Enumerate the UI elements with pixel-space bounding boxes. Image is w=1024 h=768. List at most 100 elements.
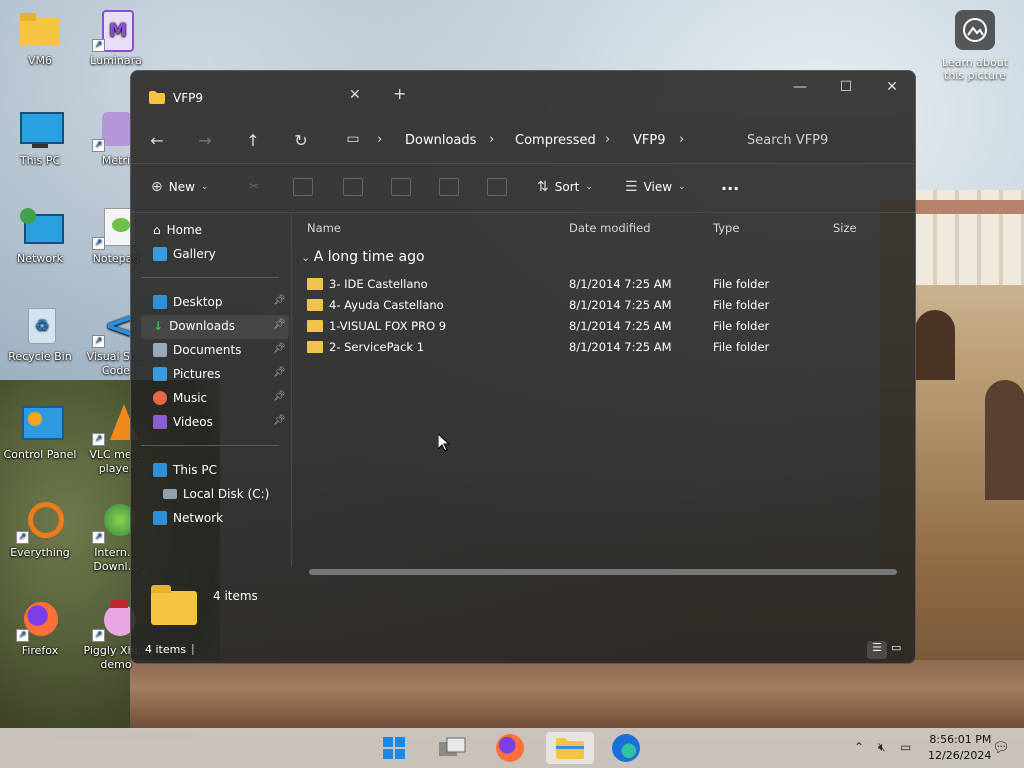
details-count: 4 items xyxy=(213,589,258,603)
column-header-type[interactable]: Type xyxy=(713,221,739,235)
table-row[interactable]: 1-VISUAL FOX PRO 9 8/1/2014 7:25 AM File… xyxy=(307,317,907,337)
refresh-icon[interactable]: ↻ xyxy=(289,131,313,150)
monitor-icon[interactable]: ▭ xyxy=(341,131,365,147)
chevron-right-icon: › xyxy=(377,132,383,147)
group-header[interactable]: ⌄ A long time ago xyxy=(301,249,425,265)
chevron-down-icon: ⌄ xyxy=(301,251,314,264)
minimize-button[interactable]: — xyxy=(785,79,815,95)
sidebar-item-videos[interactable]: Videos xyxy=(153,411,213,433)
folder-icon xyxy=(307,278,323,290)
new-tab-button[interactable]: + xyxy=(393,84,406,103)
more-options-button[interactable]: ··· xyxy=(721,179,739,198)
sidebar-item-this-pc[interactable]: This PC xyxy=(153,459,217,481)
up-arrow-icon[interactable]: ↑ xyxy=(241,131,265,150)
sort-button[interactable]: ⇅ Sort ⌄ xyxy=(537,179,593,195)
chevron-right-icon: › xyxy=(605,132,611,147)
clock[interactable]: 8:56:01 PM 12/26/2024 xyxy=(928,732,991,764)
view-button[interactable]: ☰ View ⌄ xyxy=(625,179,686,195)
sidebar-item-home[interactable]: ⌂ Home xyxy=(153,219,202,241)
learn-about-picture[interactable]: Learn about this picture xyxy=(935,10,1015,82)
search-input[interactable]: Search VFP9 xyxy=(747,133,828,148)
mouse-cursor-icon xyxy=(438,434,450,452)
sort-icon: ⇅ xyxy=(537,179,549,195)
copy-icon[interactable] xyxy=(293,178,313,196)
sidebar-item-pictures[interactable]: Pictures xyxy=(153,363,221,385)
table-row[interactable]: 3- IDE Castellano 8/1/2014 7:25 AM File … xyxy=(307,275,907,295)
camera-icon xyxy=(955,10,995,50)
breadcrumb-vfp9[interactable]: VFP9 xyxy=(633,133,665,148)
cut-icon[interactable]: ✂ xyxy=(249,179,259,193)
taskbar-edge[interactable] xyxy=(606,732,646,764)
desktop-icon-this-pc[interactable]: This PC xyxy=(0,110,80,168)
home-icon: ⌂ xyxy=(153,223,161,237)
desktop-icon-everything[interactable]: ↗ Everything xyxy=(0,502,80,560)
chevron-down-icon: ⌄ xyxy=(200,182,209,192)
videos-icon xyxy=(153,415,167,429)
delete-icon[interactable] xyxy=(487,178,507,196)
speaker-muted-icon[interactable]: 🔇︎ xyxy=(878,740,886,755)
desktop-icon-recycle-bin[interactable]: ♻ Recycle Bin xyxy=(0,306,80,364)
large-icons-view-icon[interactable]: ▭ xyxy=(891,641,901,654)
documents-icon xyxy=(153,343,167,357)
sidebar-item-local-disk[interactable]: Local Disk (C:) xyxy=(163,483,269,505)
table-row[interactable]: 4- Ayuda Castellano 8/1/2014 7:25 AM Fil… xyxy=(307,296,907,316)
file-explorer-icon xyxy=(556,738,584,759)
taskbar-firefox[interactable] xyxy=(490,732,530,764)
app-icon: M ↗ xyxy=(92,10,138,52)
pin-icon[interactable]: 📌︎ xyxy=(273,343,286,354)
desktop-icon-network[interactable]: Network xyxy=(0,208,80,266)
desktop-icon-vm6[interactable]: VM6 xyxy=(0,10,80,68)
file-explorer-window: VFP9 ✕ + — ☐ ✕ ← → ↑ ↻ ▭ › Downloads › C… xyxy=(130,70,916,664)
maximize-button[interactable]: ☐ xyxy=(831,79,861,95)
details-view-icon[interactable]: ☰ xyxy=(867,641,887,659)
breadcrumb-compressed[interactable]: Compressed xyxy=(515,133,596,148)
taskbar-file-explorer[interactable] xyxy=(546,732,594,764)
task-view-button[interactable] xyxy=(432,732,472,764)
column-header-date[interactable]: Date modified xyxy=(569,221,651,235)
download-icon: ↓ xyxy=(153,319,164,333)
close-tab-icon[interactable]: ✕ xyxy=(349,87,361,103)
status-item-count: 4 items xyxy=(145,643,187,656)
pin-icon[interactable]: 📌︎ xyxy=(273,319,286,330)
sidebar-item-gallery[interactable]: Gallery xyxy=(153,243,216,265)
tab-vfp9[interactable]: VFP9 ✕ xyxy=(137,79,373,119)
column-header-name[interactable]: Name xyxy=(307,221,341,235)
sidebar-item-music[interactable]: Music xyxy=(153,387,207,409)
paste-icon[interactable] xyxy=(343,178,363,196)
title-bar: VFP9 ✕ + — ☐ ✕ xyxy=(131,71,915,119)
new-button[interactable]: ⊕ New ⌄ xyxy=(151,179,208,195)
share-icon[interactable] xyxy=(439,178,459,196)
close-window-button[interactable]: ✕ xyxy=(877,79,907,95)
pin-icon[interactable]: 📌︎ xyxy=(273,295,286,306)
table-row[interactable]: 2- ServicePack 1 8/1/2014 7:25 AM File f… xyxy=(307,338,907,358)
pin-icon[interactable]: 📌︎ xyxy=(273,415,286,426)
rename-icon[interactable] xyxy=(391,178,411,196)
network-status-icon[interactable]: ▭ xyxy=(900,740,911,754)
back-arrow-icon[interactable]: ← xyxy=(145,131,169,150)
chevron-up-icon[interactable]: ⌃ xyxy=(854,740,864,754)
column-header-size[interactable]: Size xyxy=(833,221,857,235)
navigation-pane: ⌂ Home Gallery Desktop 📌︎ ↓ Downloads 📌︎ D… xyxy=(131,213,292,567)
notification-icon[interactable]: 💬︎ xyxy=(992,740,1010,756)
status-divider: | xyxy=(191,642,195,655)
sidebar-item-documents[interactable]: Documents xyxy=(153,339,241,361)
desktop-icon-firefox[interactable]: ↗ Firefox xyxy=(0,600,80,658)
start-button[interactable] xyxy=(374,732,414,764)
pin-icon[interactable]: 📌︎ xyxy=(273,367,286,378)
edge-icon xyxy=(612,734,640,762)
breadcrumb-downloads[interactable]: Downloads xyxy=(405,133,476,148)
sidebar-item-downloads[interactable]: ↓ Downloads xyxy=(153,315,235,337)
details-pane: 4 items xyxy=(131,567,915,639)
wallpaper-arch xyxy=(985,380,1024,500)
sidebar-item-network[interactable]: Network xyxy=(153,507,223,529)
sidebar-item-desktop[interactable]: Desktop xyxy=(153,291,223,313)
folder-icon xyxy=(149,91,165,107)
forward-arrow-icon[interactable]: → xyxy=(193,131,217,150)
windows-logo-icon xyxy=(383,737,405,759)
music-icon xyxy=(153,391,167,405)
pin-icon[interactable]: 📌︎ xyxy=(273,391,286,402)
divider xyxy=(141,277,279,278)
desktop-icon-control-panel[interactable]: Control Panel xyxy=(0,404,80,462)
desktop-icon-luminara[interactable]: M ↗ Luminara xyxy=(76,10,156,68)
folder-icon xyxy=(151,585,197,625)
